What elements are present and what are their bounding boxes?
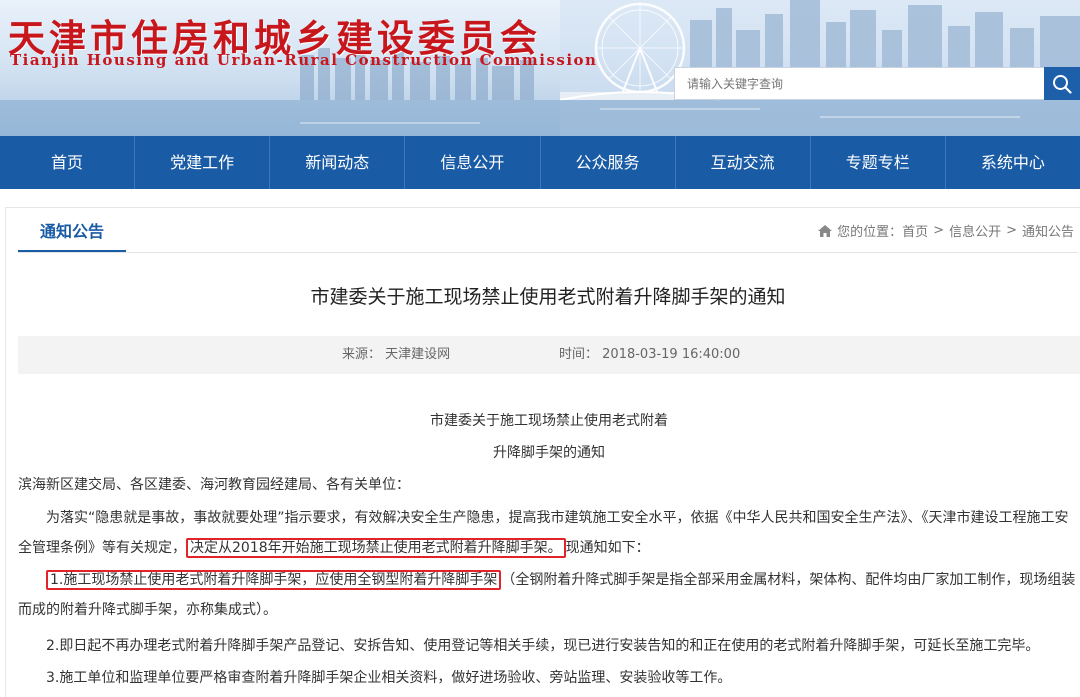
article-meta: 来源： 天津建设网 时间： 2018-03-19 16:40:00 [18, 336, 1080, 374]
nav-item-party[interactable]: 党建工作 [135, 136, 271, 189]
article-source: 来源： 天津建设网 [342, 336, 450, 374]
breadcrumb: 您的位置： 首页 > 信息公开 > 通知公告 [817, 221, 1074, 240]
doc-heading-line2: 升降脚手架的通知 [493, 445, 605, 461]
site-title-english: Tianjin Housing and Urban-Rural Construc… [10, 51, 598, 69]
article-body: 市建委关于施工现场禁止使用老式附着 升降脚手架的通知 滨海新区建交局、各区建委、… [18, 405, 1080, 693]
main-nav: 首页 党建工作 新闻动态 信息公开 公众服务 互动交流 专题专栏 系统中心 [0, 136, 1080, 189]
breadcrumb-separator: > [1006, 223, 1017, 238]
search-icon [1053, 74, 1072, 94]
breadcrumb-disclosure[interactable]: 信息公开 [949, 221, 1001, 240]
article-time: 时间： 2018-03-19 16:40:00 [559, 336, 740, 374]
search-button[interactable] [1044, 67, 1080, 100]
highlight-box-item1: 1.施工现场禁止使用老式附着升降脚手架，应使用全钢型附着升降脚手架 [46, 570, 502, 590]
doc-item-2: 2.即日起不再办理老式附着升降脚手架产品登记、安拆告知、使用登记等相关手续，现已… [46, 638, 1040, 654]
section-tab[interactable]: 通知公告 [18, 216, 126, 253]
nav-item-public-service[interactable]: 公众服务 [541, 136, 676, 189]
item1-highlight-text: 施工现场禁止使用老式附着升降脚手架，应使用全钢型附着升降脚手架 [63, 572, 498, 588]
nav-item-topics[interactable]: 专题专栏 [811, 136, 946, 189]
nav-item-interaction[interactable]: 互动交流 [676, 136, 811, 189]
breadcrumb-prefix: 您的位置： [837, 225, 903, 240]
header-banner: 天津市住房和城乡建设委员会 Tianjin Housing and Urban-… [0, 0, 1080, 136]
nav-item-system[interactable]: 系统中心 [946, 136, 1080, 189]
source-label: 来源： [342, 347, 382, 362]
doc-recipients: 滨海新区建交局、各区建委、海河教育园经建局、各有关单位： [18, 477, 410, 493]
breadcrumb-separator: > [933, 223, 945, 238]
article-title: 市建委关于施工现场禁止使用老式附着升降脚手架的通知 [310, 286, 786, 308]
time-label: 时间： [559, 347, 599, 362]
time-value: 2018-03-19 16:40:00 [602, 347, 741, 362]
nav-item-news[interactable]: 新闻动态 [270, 136, 406, 189]
doc-item-1: 1.施工现场禁止使用老式附着升降脚手架，应使用全钢型附着升降脚手架 （全钢附着升降… [18, 565, 1080, 625]
breadcrumb-home[interactable]: 首页 [902, 221, 928, 240]
nav-item-home[interactable]: 首页 [0, 136, 136, 189]
intro-tail: 现通知如下： [565, 540, 650, 556]
item1-number: 1. [50, 572, 64, 588]
doc-item-3: 3.施工单位和监理单位要严格审查附着升降脚手架企业相关资料，做好进场验收、旁站监… [46, 670, 732, 686]
doc-intro: 为落实“隐患就是事故，事故就要处理”指示要求，有效解决安全生产隐患，提高我市建筑… [18, 503, 1080, 563]
section-divider [18, 252, 1078, 253]
home-icon [818, 224, 833, 237]
nav-item-disclosure[interactable]: 信息公开 [405, 136, 541, 189]
doc-heading-line1: 市建委关于施工现场禁止使用老式附着 [430, 413, 668, 429]
search-input[interactable] [674, 67, 1044, 100]
breadcrumb-notices[interactable]: 通知公告 [1022, 221, 1074, 240]
source-value: 天津建设网 [385, 347, 451, 362]
highlight-box-decision: 决定从2018年开始施工现场禁止使用老式附着升降脚手架。 [186, 538, 566, 558]
